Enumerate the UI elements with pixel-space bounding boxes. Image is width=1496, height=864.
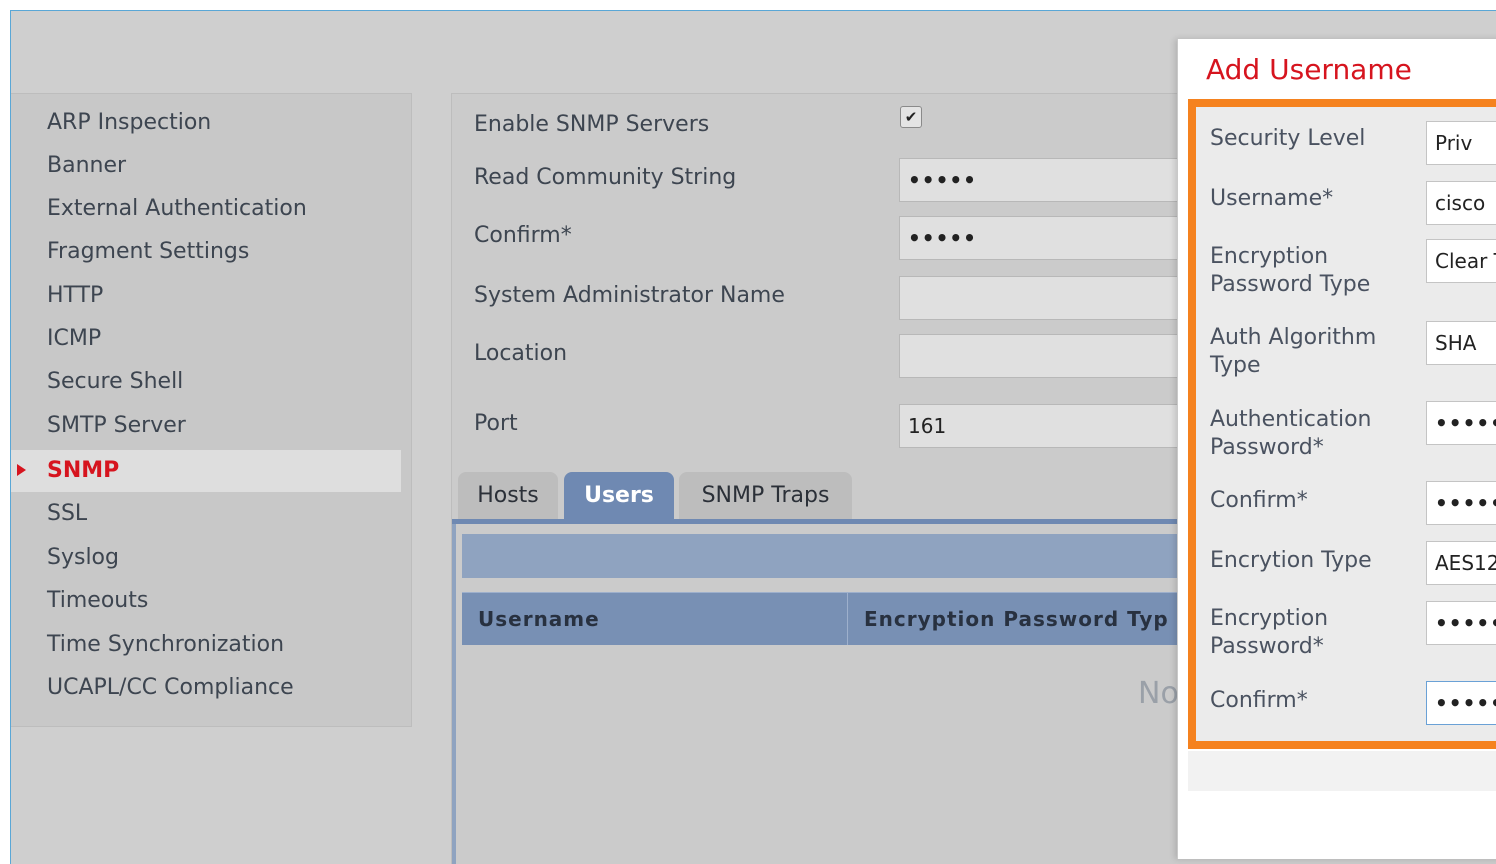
username-label: Username* xyxy=(1210,186,1334,211)
encryption-password-input[interactable]: ••••••• xyxy=(1426,601,1496,645)
sidebar-item-icmp[interactable]: ICMP xyxy=(11,318,401,360)
sidebar-item-arp-inspection[interactable]: ARP Inspection xyxy=(11,102,401,144)
enable-snmp-label: Enable SNMP Servers xyxy=(474,112,710,137)
username-input[interactable]: cisco xyxy=(1426,181,1496,225)
sidebar-item-label: HTTP xyxy=(47,283,104,308)
sidebar-item-label: Banner xyxy=(47,153,127,178)
encryption-type-label: Encrytion Type xyxy=(1210,548,1372,573)
confirm-community-input[interactable]: ••••• xyxy=(899,216,1199,260)
authentication-password-label: Authentication Password* xyxy=(1210,407,1372,460)
sidebar-item-label: ARP Inspection xyxy=(47,110,212,135)
enc-confirm-label: Confirm* xyxy=(1210,688,1308,713)
auth-algorithm-type-select[interactable]: SHA xyxy=(1426,321,1496,365)
column-header-encryption-password-type[interactable]: Encryption Password Typ xyxy=(864,593,1169,645)
tab-users[interactable]: Users xyxy=(564,472,674,520)
security-level-select[interactable]: Priv xyxy=(1426,121,1496,165)
sidebar-item-label: Syslog xyxy=(47,545,119,570)
encryption-password-label: Encryption Password* xyxy=(1210,606,1329,659)
port-label: Port xyxy=(474,411,518,436)
sidebar-item-banner[interactable]: Banner xyxy=(11,145,401,187)
sidebar-item-label: Time Synchronization xyxy=(47,632,285,657)
sidebar-item-time-synchronization[interactable]: Time Synchronization xyxy=(11,624,401,666)
sidebar-item-label: SMTP Server xyxy=(47,413,186,438)
enable-snmp-checkbox[interactable]: ✔ xyxy=(900,106,922,128)
sysadmin-name-label: System Administrator Name xyxy=(474,283,785,308)
platform-settings-sidebar: ARP Inspection Banner External Authentic… xyxy=(11,93,412,727)
snmp-settings-page: ARP Inspection Banner External Authentic… xyxy=(10,10,1496,864)
caret-right-icon xyxy=(17,464,26,476)
sidebar-item-syslog[interactable]: Syslog xyxy=(11,537,401,579)
confirm-community-label: Confirm* xyxy=(474,223,572,248)
sidebar-item-ssl[interactable]: SSL xyxy=(11,493,401,535)
column-header-username[interactable]: Username xyxy=(478,593,600,645)
sidebar-item-label: External Authentication xyxy=(47,196,307,221)
add-username-dialog: Add Username Security Level Priv Usernam… xyxy=(1177,39,1496,859)
enc-confirm-input[interactable]: ••••••• xyxy=(1426,681,1496,725)
location-input[interactable] xyxy=(899,334,1199,378)
auth-confirm-label: Confirm* xyxy=(1210,488,1308,513)
read-community-label: Read Community String xyxy=(474,165,737,190)
tab-snmp-traps[interactable]: SNMP Traps xyxy=(679,472,852,520)
auth-algorithm-type-label: Auth Algorithm Type xyxy=(1210,325,1377,378)
location-label: Location xyxy=(474,341,568,366)
encryption-password-type-select[interactable]: Clear T xyxy=(1426,239,1496,283)
sidebar-item-label: Fragment Settings xyxy=(47,239,250,264)
add-username-form: Security Level Priv Username* cisco Encr… xyxy=(1188,99,1496,749)
dialog-title: Add Username xyxy=(1206,53,1412,86)
sidebar-item-label: ICMP xyxy=(47,326,102,351)
sidebar-item-label: UCAPL/CC Compliance xyxy=(47,675,294,700)
sidebar-item-http[interactable]: HTTP xyxy=(11,275,401,317)
tab-hosts[interactable]: Hosts xyxy=(458,472,558,520)
sidebar-item-external-authentication[interactable]: External Authentication xyxy=(11,188,401,230)
sidebar-item-fragment-settings[interactable]: Fragment Settings xyxy=(11,231,401,273)
security-level-label: Security Level xyxy=(1210,126,1366,151)
port-input[interactable]: 161 xyxy=(899,404,1199,448)
auth-confirm-input[interactable]: ••••••• xyxy=(1426,481,1496,525)
sidebar-item-secure-shell[interactable]: Secure Shell xyxy=(11,361,401,403)
authentication-password-input[interactable]: ••••••• xyxy=(1426,401,1496,445)
sidebar-item-timeouts[interactable]: Timeouts xyxy=(11,580,401,622)
sidebar-item-label: SSL xyxy=(47,501,88,526)
sidebar-item-snmp[interactable]: SNMP xyxy=(11,450,401,492)
encryption-password-type-label: Encryption Password Type xyxy=(1210,244,1371,297)
sysadmin-name-input[interactable] xyxy=(899,276,1199,320)
empty-table-message: No xyxy=(1138,676,1179,711)
sidebar-item-ucapl-cc-compliance[interactable]: UCAPL/CC Compliance xyxy=(11,667,401,709)
sidebar-item-label: SNMP xyxy=(47,458,120,483)
dialog-footer xyxy=(1188,751,1496,791)
column-divider xyxy=(847,593,848,645)
encryption-type-select[interactable]: AES12 xyxy=(1426,541,1496,585)
sidebar-item-label: Secure Shell xyxy=(47,369,184,394)
sidebar-item-smtp-server[interactable]: SMTP Server xyxy=(11,405,401,447)
sidebar-item-label: Timeouts xyxy=(47,588,149,613)
read-community-input[interactable]: ••••• xyxy=(899,158,1199,202)
